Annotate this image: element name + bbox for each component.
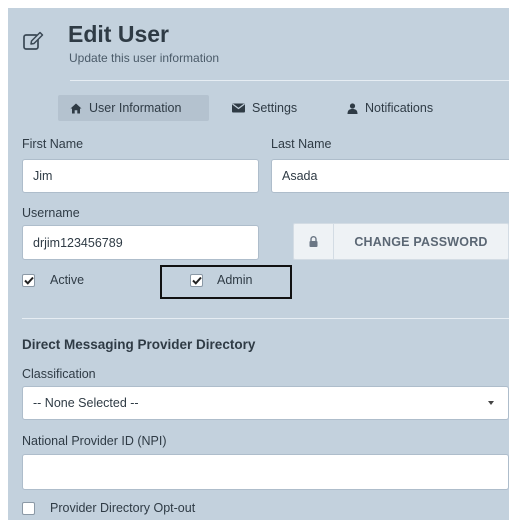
caret-down-icon	[488, 401, 494, 405]
change-password-button[interactable]: CHANGE PASSWORD	[293, 223, 509, 260]
provider-opt-out-label: Provider Directory Opt-out	[50, 501, 196, 515]
last-name-field[interactable]: Asada	[271, 159, 509, 193]
user-icon	[347, 102, 358, 114]
edit-user-panel: Edit User Update this user information U…	[8, 8, 509, 520]
envelope-icon	[232, 103, 245, 113]
tab-user-information[interactable]: User Information	[58, 95, 209, 121]
lock-icon-container	[294, 224, 334, 259]
checkmark-icon	[23, 276, 34, 285]
tab-user-information-label: User Information	[89, 101, 182, 115]
classification-label: Classification	[22, 367, 96, 381]
username-field[interactable]: drjim123456789	[22, 225, 259, 260]
npi-field[interactable]	[22, 454, 509, 490]
provider-opt-out-checkbox[interactable]	[22, 502, 35, 515]
active-label: Active	[50, 273, 85, 287]
lock-icon	[309, 236, 318, 247]
username-label: Username	[22, 206, 80, 220]
home-icon	[70, 103, 82, 113]
tab-settings-label: Settings	[252, 101, 298, 115]
admin-highlight-box	[160, 265, 292, 299]
first-name-label: First Name	[22, 137, 84, 151]
change-password-label: CHANGE PASSWORD	[354, 234, 488, 249]
first-name-field[interactable]: Jim	[22, 159, 259, 193]
tab-notifications-label: Notifications	[365, 101, 434, 115]
section-divider	[22, 318, 509, 319]
classification-selected-value: -- None Selected --	[33, 396, 139, 410]
direct-messaging-section-title: Direct Messaging Provider Directory	[22, 337, 256, 352]
tab-settings[interactable]: Settings	[220, 95, 309, 121]
npi-label: National Provider ID (NPI)	[22, 434, 167, 448]
tab-notifications[interactable]: Notifications	[335, 95, 445, 121]
classification-select[interactable]: -- None Selected --	[22, 386, 509, 420]
last-name-label: Last Name	[271, 137, 332, 151]
page-subtitle: Update this user information	[69, 51, 220, 65]
edit-icon	[23, 31, 44, 50]
page-title: Edit User	[68, 21, 169, 47]
header-divider	[70, 80, 509, 81]
active-checkbox[interactable]	[22, 274, 35, 287]
